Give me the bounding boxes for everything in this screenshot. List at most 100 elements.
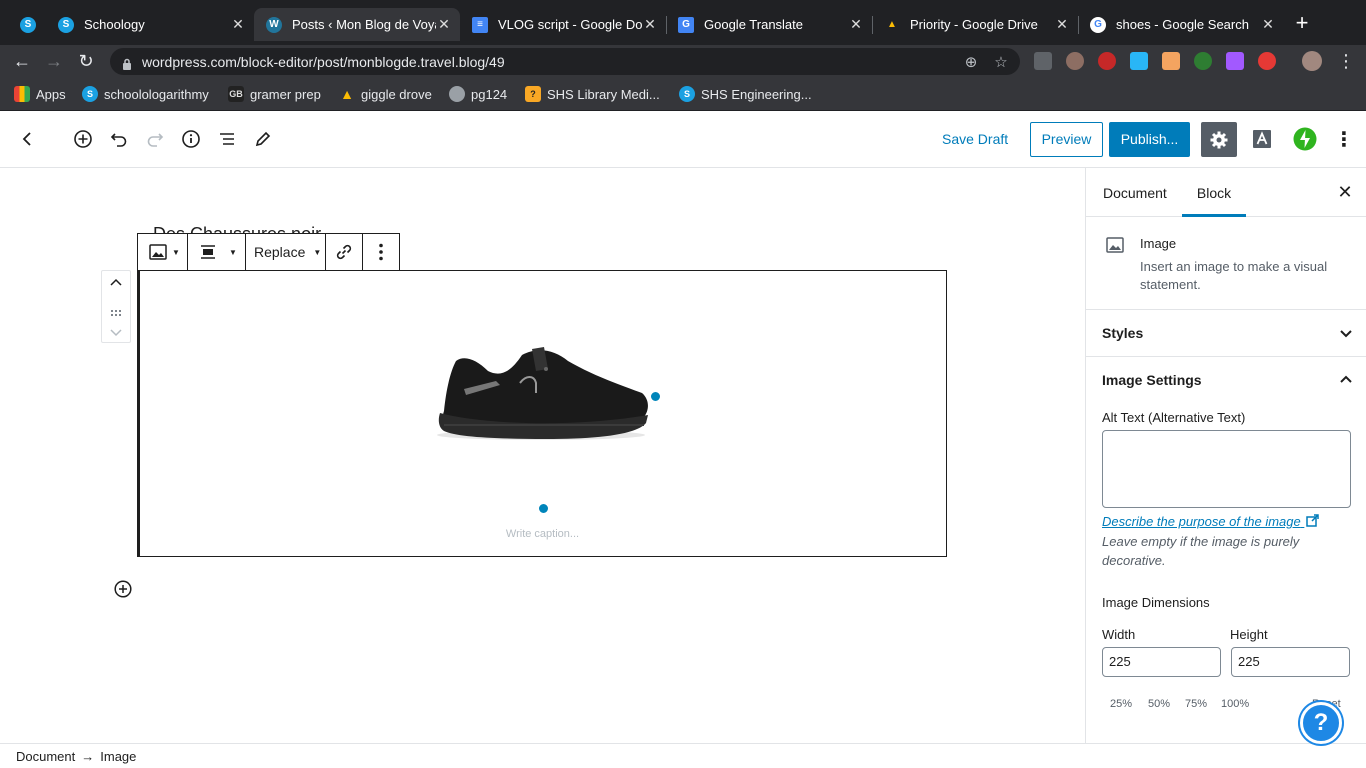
add-block-inline-icon[interactable] (114, 580, 132, 598)
add-icon[interactable]: ⊕ (960, 53, 982, 71)
bookmark-label: gramer prep (250, 86, 321, 102)
browser-toolbar: ← → ↻ wordpress.com/block-editor/post/mo… (0, 45, 1366, 77)
width-input[interactable]: 225 (1102, 647, 1221, 677)
image-resize-handle-bottom[interactable] (538, 503, 549, 514)
drag-handle-icon[interactable] (110, 303, 122, 321)
bookmark-giggle-drove[interactable]: ▲ giggle drove (339, 85, 432, 103)
image-resize-handle-right[interactable] (650, 391, 661, 402)
url-text[interactable]: wordpress.com/block-editor/post/monblogd… (142, 54, 960, 70)
tab-title: Schoology (84, 17, 145, 32)
image-dimensions-label: Image Dimensions (1102, 595, 1210, 610)
add-block-icon[interactable] (71, 127, 95, 151)
close-tab-icon[interactable]: ✕ (436, 16, 452, 33)
bookmark-shs-library[interactable]: ? SHS Library Medi... (525, 85, 660, 103)
styles-panel-toggle[interactable]: Styles (1086, 310, 1366, 357)
bookmark-shs-engineering[interactable]: S SHS Engineering... (679, 85, 812, 103)
browser-tab-google-search[interactable]: G shoes - Google Search ✕ (1078, 8, 1284, 41)
preset-50-button[interactable]: 50% (1148, 698, 1170, 710)
close-tab-icon[interactable]: ✕ (1260, 16, 1276, 33)
close-sidebar-icon[interactable]: ✕ (1336, 183, 1354, 201)
info-icon[interactable] (179, 127, 203, 151)
jetpack-icon[interactable] (1293, 127, 1317, 151)
gb-icon: GB (228, 86, 244, 102)
save-draft-button[interactable]: Save Draft (934, 129, 1016, 149)
reload-icon[interactable]: ↻ (74, 49, 98, 73)
close-tab-icon[interactable]: ✕ (848, 16, 864, 33)
browser-tab-wordpress-posts[interactable]: W Posts ‹ Mon Blog de Voyage ✕ (254, 8, 460, 41)
alt-text-label: Alt Text (Alternative Text) (1102, 410, 1246, 425)
tab-block[interactable]: Block (1182, 168, 1246, 217)
browser-menu-tab[interactable]: S (8, 8, 48, 41)
figma-extension-icon[interactable] (1226, 52, 1244, 70)
alignment-button[interactable]: ▼ (188, 234, 246, 270)
block-card-title: Image (1140, 236, 1177, 251)
move-up-icon[interactable] (109, 276, 123, 295)
image-block[interactable] (137, 270, 947, 557)
block-more-options-button[interactable] (363, 234, 399, 270)
image-caption-input[interactable]: Write caption... (400, 528, 685, 540)
block-navigation-icon[interactable] (215, 127, 239, 151)
preview-button[interactable]: Preview (1030, 122, 1103, 157)
preset-100-button[interactable]: 100% (1221, 698, 1249, 710)
schoology-icon: S (20, 16, 36, 33)
bookmarks-bar: Apps S schoolologarithmy GB gramer prep … (0, 77, 1366, 111)
change-block-type-button[interactable]: ▼ (138, 234, 188, 270)
alt-text-field[interactable] (1102, 430, 1351, 508)
undo-icon[interactable] (107, 127, 131, 151)
replace-image-button[interactable]: Replace ▼ (246, 234, 326, 270)
crx-extension-icon[interactable] (1034, 52, 1052, 70)
wordpress-favicon-icon: W (266, 16, 282, 33)
height-input[interactable]: 225 (1231, 647, 1350, 677)
forward-icon[interactable]: → (42, 49, 66, 73)
typography-a-icon[interactable] (1250, 127, 1274, 151)
bookmark-pg124[interactable]: pg124 (449, 85, 507, 103)
browser-tab-google-translate[interactable]: G Google Translate ✕ (666, 8, 872, 41)
image-settings-panel-toggle[interactable]: Image Settings (1086, 357, 1366, 404)
move-down-icon[interactable] (109, 325, 123, 344)
bookmark-apps[interactable]: Apps (14, 85, 66, 103)
check-extension-icon[interactable] (1258, 52, 1276, 70)
publish-button[interactable]: Publish... (1109, 122, 1190, 157)
bookmark-gramer-prep[interactable]: GB gramer prep (228, 85, 321, 103)
owl-extension-icon[interactable] (1066, 52, 1084, 70)
insert-link-button[interactable] (326, 234, 363, 270)
browser-menu-icon[interactable]: ⋮ (1334, 49, 1358, 73)
close-tab-icon[interactable]: ✕ (230, 16, 246, 33)
breadcrumb-document[interactable]: Document (16, 749, 75, 764)
styles-panel-title: Styles (1102, 325, 1144, 341)
leaf-extension-icon[interactable] (1194, 52, 1212, 70)
editor-header: Save Draft Preview Publish... ⋮ (0, 111, 1366, 168)
grammarly-extension-icon[interactable] (1130, 52, 1148, 70)
bookmark-star-icon[interactable]: ☆ (990, 53, 1012, 71)
edit-mode-pencil-icon[interactable] (251, 127, 275, 151)
box-extension-icon[interactable] (1162, 52, 1180, 70)
bookmark-label: Apps (36, 86, 66, 102)
preset-25-button[interactable]: 25% (1110, 698, 1132, 710)
new-tab-button[interactable]: + (1291, 12, 1313, 35)
browser-tab-schoology[interactable]: S Schoology ✕ (46, 8, 254, 41)
tab-document[interactable]: Document (1103, 168, 1167, 217)
describe-purpose-link-text: Describe the purpose of the image (1102, 514, 1301, 529)
describe-purpose-link[interactable]: Describe the purpose of the image (1102, 514, 1320, 529)
more-options-icon[interactable]: ⋮ (1332, 127, 1356, 151)
profile-avatar[interactable] (1302, 51, 1322, 71)
back-icon[interactable]: ← (10, 49, 34, 73)
image-settings-panel-title: Image Settings (1102, 372, 1202, 388)
browser-tab-vlog-script[interactable]: ≡ VLOG script - Google Docs ✕ (460, 8, 666, 41)
black-sneaker-image[interactable] (436, 339, 651, 443)
browser-tab-google-drive[interactable]: ▲ Priority - Google Drive ✕ (872, 8, 1078, 41)
external-link-icon (1306, 514, 1320, 527)
close-tab-icon[interactable]: ✕ (642, 16, 658, 33)
close-tab-icon[interactable]: ✕ (1054, 16, 1070, 33)
preset-75-button[interactable]: 75% (1185, 698, 1207, 710)
settings-gear-button[interactable] (1201, 122, 1237, 157)
caret-down-icon: ▼ (172, 247, 180, 257)
address-bar[interactable]: wordpress.com/block-editor/post/monblogd… (110, 48, 1020, 75)
bookmark-schoolologarithmy[interactable]: S schoolologarithmy (82, 85, 209, 103)
help-button[interactable]: ? (1300, 702, 1342, 744)
abp-extension-icon[interactable] (1098, 52, 1116, 70)
back-to-posts-icon[interactable] (15, 127, 39, 151)
google-favicon-icon: G (1090, 16, 1106, 33)
redo-icon[interactable] (143, 127, 167, 151)
breadcrumb-image[interactable]: Image (100, 749, 136, 764)
